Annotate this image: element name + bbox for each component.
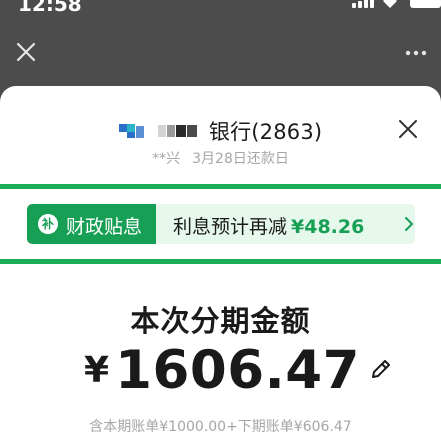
promo-text: 利息预计再减 ¥48.26 (173, 212, 364, 239)
wifi-icon (383, 0, 397, 8)
more-icon[interactable] (404, 49, 428, 57)
pencil-icon[interactable] (368, 356, 394, 382)
due-date: 3月28日还款日 (192, 151, 289, 167)
amount-row: ¥1606.47 (84, 340, 394, 401)
masked-bank-name (157, 123, 200, 139)
due-date-row: **兴 3月28日还款日 (0, 148, 441, 168)
subsidy-promo-banner[interactable]: 补 财政贴息 利息预计再减 ¥48.26 (27, 204, 415, 244)
close-icon[interactable] (397, 118, 419, 140)
bank-logo-icon (118, 124, 149, 138)
promo-amount: ¥48.26 (291, 216, 365, 238)
bill-breakdown: 含本期账单¥1000.00+下期账单¥606.47 (89, 419, 352, 435)
subsidy-badge-icon: 补 (38, 214, 58, 234)
cellular-signal-icon (352, 0, 378, 12)
promo-bottom-line (0, 259, 441, 264)
installment-sheet: 银行(2863) **兴 3月28日还款日 补 财政贴息 利息预计再减 ¥48.26… (0, 86, 441, 448)
promo-description: 利息预计再减 (173, 216, 288, 238)
status-bar: 12:58 (0, 0, 441, 22)
battery-icon (410, 0, 441, 8)
amount-title: 本次分期金额 (130, 304, 311, 338)
currency-symbol: ¥ (84, 350, 110, 391)
bank-row: 银行(2863) (0, 116, 441, 144)
subsidy-tag-label: 财政贴息 (66, 216, 143, 238)
bank-name: 银行(2863) (208, 120, 323, 144)
account-holder: **兴 (152, 151, 181, 167)
promo-top-line (0, 184, 441, 189)
chevron-right-icon (405, 217, 413, 231)
close-icon[interactable] (14, 40, 38, 64)
status-time: 12:58 (18, 0, 82, 16)
subsidy-tag: 补 财政贴息 (27, 204, 156, 244)
installment-amount: 1606.47 (115, 340, 360, 401)
